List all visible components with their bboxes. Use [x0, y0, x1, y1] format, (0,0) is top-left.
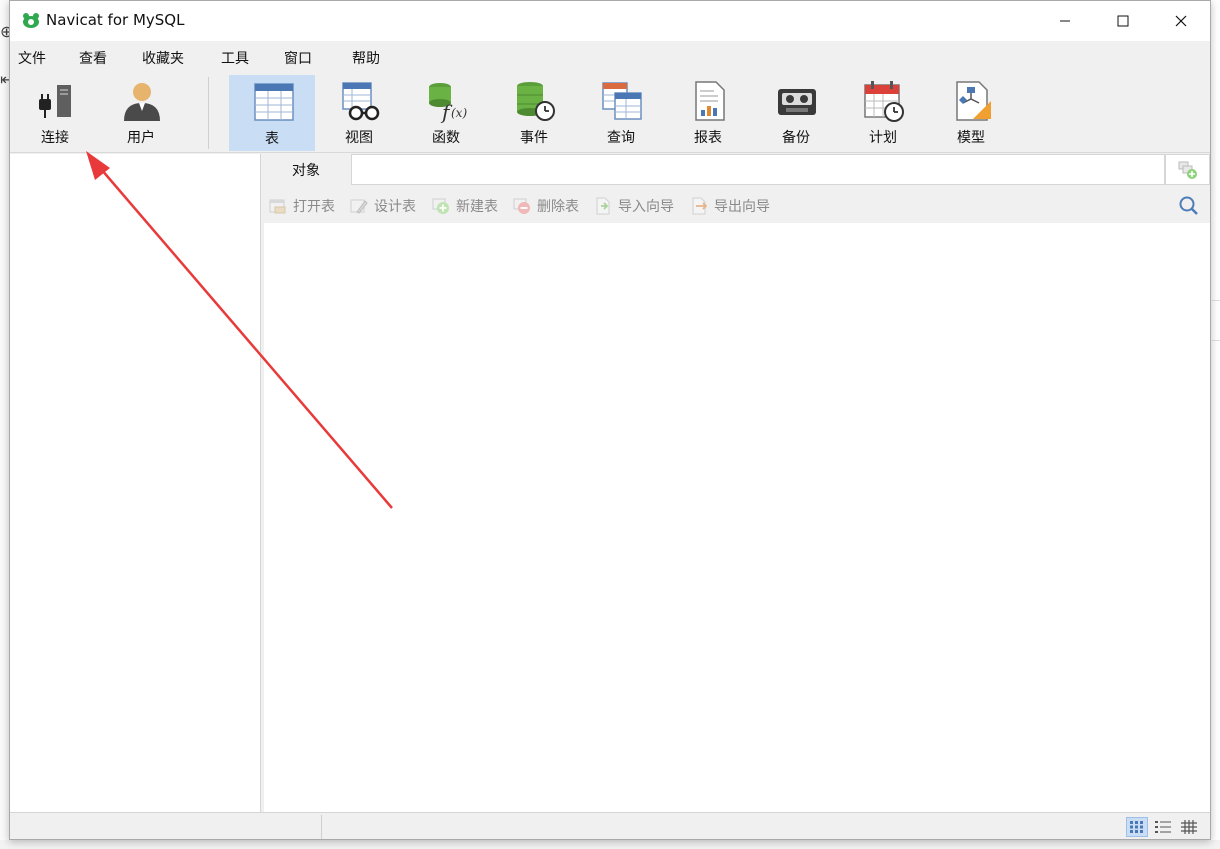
import-wizard-icon [596, 197, 610, 215]
menu-bar: 文件 查看 收藏夹 工具 窗口 帮助 [10, 41, 1210, 71]
menu-favorites[interactable]: 收藏夹 [142, 48, 184, 68]
maximize-icon [1117, 15, 1129, 27]
connection-plug-icon [39, 85, 71, 118]
detail-view-button[interactable] [1152, 817, 1174, 837]
function-label: 函数 [432, 130, 460, 146]
model-label: 模型 [957, 130, 985, 146]
import-wizard-label: 导入向导 [618, 199, 674, 215]
object-list-area[interactable] [264, 223, 1210, 812]
new-table-label: 新建表 [456, 199, 498, 215]
query-icon [602, 82, 642, 120]
toolbar-separator [208, 77, 209, 149]
grid-view-icon [1181, 820, 1197, 834]
connect-label: 连接 [41, 130, 69, 146]
menu-tools[interactable]: 工具 [221, 48, 249, 68]
export-wizard-label: 导出向导 [714, 199, 770, 215]
report-button[interactable]: 报表 [665, 75, 751, 151]
background-divider [1212, 300, 1220, 301]
event-label: 事件 [520, 130, 548, 146]
minimize-button[interactable] [1036, 1, 1094, 41]
view-label: 视图 [345, 130, 373, 146]
table-button[interactable]: 表 [229, 75, 315, 151]
user-button[interactable]: 用户 [98, 75, 184, 151]
open-table-button[interactable]: 打开表 [269, 196, 335, 216]
background-bottom [0, 840, 1220, 849]
view-button[interactable]: 视图 [316, 75, 402, 151]
delete-table-button[interactable]: 删除表 [513, 196, 579, 216]
event-clock-icon [517, 82, 555, 121]
search-icon[interactable] [1178, 195, 1200, 217]
minimize-icon [1060, 20, 1070, 22]
new-table-button[interactable]: 新建表 [432, 196, 498, 216]
design-table-label: 设计表 [374, 199, 416, 215]
detail-view-icon [1155, 821, 1171, 833]
table-label: 表 [265, 131, 279, 147]
menu-view[interactable]: 查看 [79, 48, 107, 68]
function-fx-icon: f (x) [429, 83, 467, 123]
export-wizard-icon [692, 197, 708, 215]
report-icon [695, 81, 725, 121]
event-button[interactable]: 事件 [491, 75, 577, 151]
object-tab-strip [351, 154, 1165, 185]
view-glasses-icon [342, 82, 380, 121]
maximize-button[interactable] [1094, 1, 1152, 41]
user-label: 用户 [127, 130, 155, 146]
new-table-icon [432, 198, 449, 214]
close-icon [1175, 15, 1187, 27]
menu-window[interactable]: 窗口 [284, 48, 312, 68]
title-bar: Navicat for MySQL [10, 1, 1210, 41]
status-bar [10, 812, 1210, 839]
list-view-icon [1130, 821, 1143, 833]
open-table-icon [269, 199, 286, 214]
open-table-label: 打开表 [293, 199, 335, 215]
menu-file[interactable]: 文件 [18, 48, 46, 68]
window-title: Navicat for MySQL [46, 11, 185, 29]
er-view-button[interactable] [1178, 817, 1200, 837]
export-wizard-button[interactable]: 导出向导 [690, 196, 770, 216]
design-table-icon [350, 199, 368, 214]
schedule-button[interactable]: 计划 [840, 75, 926, 151]
add-tab-icon [1178, 161, 1197, 179]
backup-tape-icon [778, 89, 816, 115]
navicat-logo-icon [23, 13, 39, 28]
tab-objects[interactable]: 对象 [261, 154, 351, 185]
schedule-calendar-icon [864, 81, 904, 122]
delete-table-icon [513, 198, 530, 214]
backup-label: 备份 [782, 130, 810, 146]
backup-button[interactable]: 备份 [753, 75, 839, 151]
query-label: 查询 [607, 130, 635, 146]
user-icon [124, 83, 160, 121]
background-divider [1212, 340, 1220, 341]
report-label: 报表 [694, 130, 722, 146]
delete-table-label: 删除表 [537, 199, 579, 215]
connection-tree-pane[interactable] [10, 154, 261, 812]
new-tab-button[interactable] [1165, 154, 1210, 185]
status-separator [321, 815, 322, 839]
model-button[interactable]: 模型 [928, 75, 1014, 151]
main-toolbar: 连接 用户 表 视图 f (x) 函数 事件 查询 报表 备份 计划 模型 [10, 71, 1210, 153]
close-button[interactable] [1152, 1, 1210, 41]
design-table-button[interactable]: 设计表 [350, 196, 416, 216]
table-icon [254, 83, 294, 121]
query-button[interactable]: 查询 [578, 75, 664, 151]
navicat-window: Navicat for MySQL 文件 查看 收藏夹 工具 窗口 帮助 连接 … [9, 0, 1211, 840]
background-edge [0, 0, 9, 849]
schedule-label: 计划 [869, 130, 897, 146]
object-pane: 对象 打开表 设计表 新建表 删除表 导入向导 导出向导 [261, 154, 1210, 812]
svg-text:(x): (x) [451, 106, 467, 120]
object-toolbar: 打开表 设计表 新建表 删除表 导入向导 导出向导 [261, 187, 1210, 223]
import-wizard-button[interactable]: 导入向导 [594, 196, 674, 216]
function-button[interactable]: f (x) 函数 [403, 75, 489, 151]
menu-help[interactable]: 帮助 [352, 48, 380, 68]
connect-button[interactable]: 连接 [12, 75, 98, 151]
list-view-button[interactable] [1126, 817, 1148, 837]
model-diagram-icon [956, 81, 991, 121]
